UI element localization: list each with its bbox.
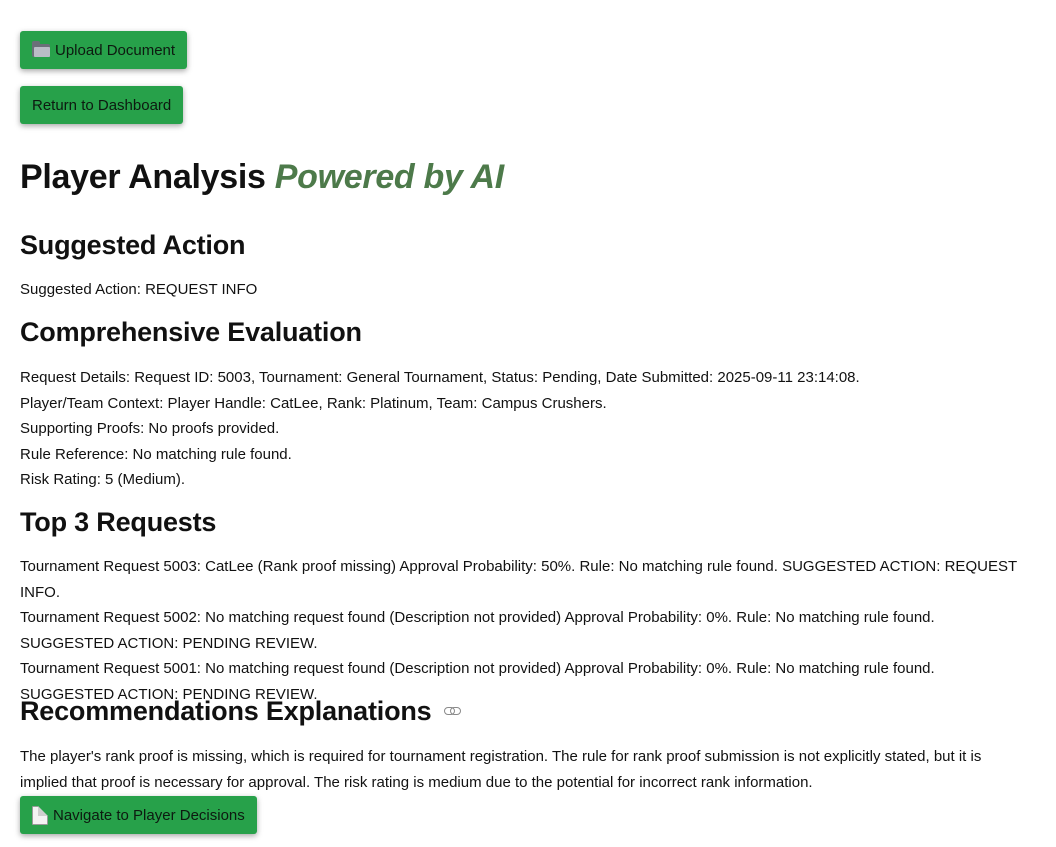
suggested-action-text: Suggested Action: REQUEST INFO bbox=[20, 281, 258, 298]
recommendations-text: The player's rank proof is missing, whic… bbox=[20, 748, 982, 791]
evaluation-line: Rule Reference: No matching rule found. bbox=[20, 445, 292, 463]
recommendations-heading-text: Recommendations Explanations bbox=[20, 696, 432, 726]
evaluation-details: Request Details: Request ID: 5003, Tourn… bbox=[20, 365, 1030, 493]
page-tagline: Powered by AI bbox=[274, 158, 504, 196]
evaluation-line: Request Details: Request ID: 5003, Tourn… bbox=[20, 369, 860, 386]
evaluation-line: Risk Rating: 5 (Medium). bbox=[20, 471, 186, 488]
evaluation-line: Supporting Proofs: No proofs provided. bbox=[20, 420, 280, 437]
upload-document-button[interactable]: Upload Document bbox=[20, 31, 188, 69]
evaluation-line: Player/Team Context: Player Handle: CatL… bbox=[20, 394, 607, 412]
return-to-dashboard-label: Return to Dashboard bbox=[32, 96, 172, 114]
recommendations-heading: Recommendations Explanations bbox=[20, 694, 462, 728]
top-requests-list: Tournament Request 5003: CatLee (Rank pr… bbox=[20, 554, 1030, 707]
page-title-text: Player Analysis bbox=[20, 158, 266, 196]
folder-icon bbox=[32, 41, 50, 57]
evaluation-heading: Comprehensive Evaluation bbox=[20, 317, 362, 347]
upload-document-label: Upload Document bbox=[55, 41, 176, 59]
page-icon bbox=[32, 805, 48, 825]
navigate-to-player-decisions-button[interactable]: Navigate to Player Decisions bbox=[20, 796, 257, 834]
list-item: Tournament Request 5003: CatLee (Rank pr… bbox=[20, 558, 1017, 601]
link-icon[interactable] bbox=[443, 706, 462, 716]
navigate-to-player-decisions-label: Navigate to Player Decisions bbox=[53, 806, 245, 824]
list-item: Tournament Request 5002: No matching req… bbox=[20, 609, 935, 652]
suggested-action-heading: Suggested Action bbox=[20, 230, 246, 260]
page: Upload Document Return to Dashboard Play… bbox=[0, 0, 1056, 847]
return-to-dashboard-button[interactable]: Return to Dashboard bbox=[20, 86, 184, 124]
page-title: Player Analysis Powered by AI bbox=[20, 155, 504, 199]
top-requests-heading: Top 3 Requests bbox=[20, 507, 217, 537]
